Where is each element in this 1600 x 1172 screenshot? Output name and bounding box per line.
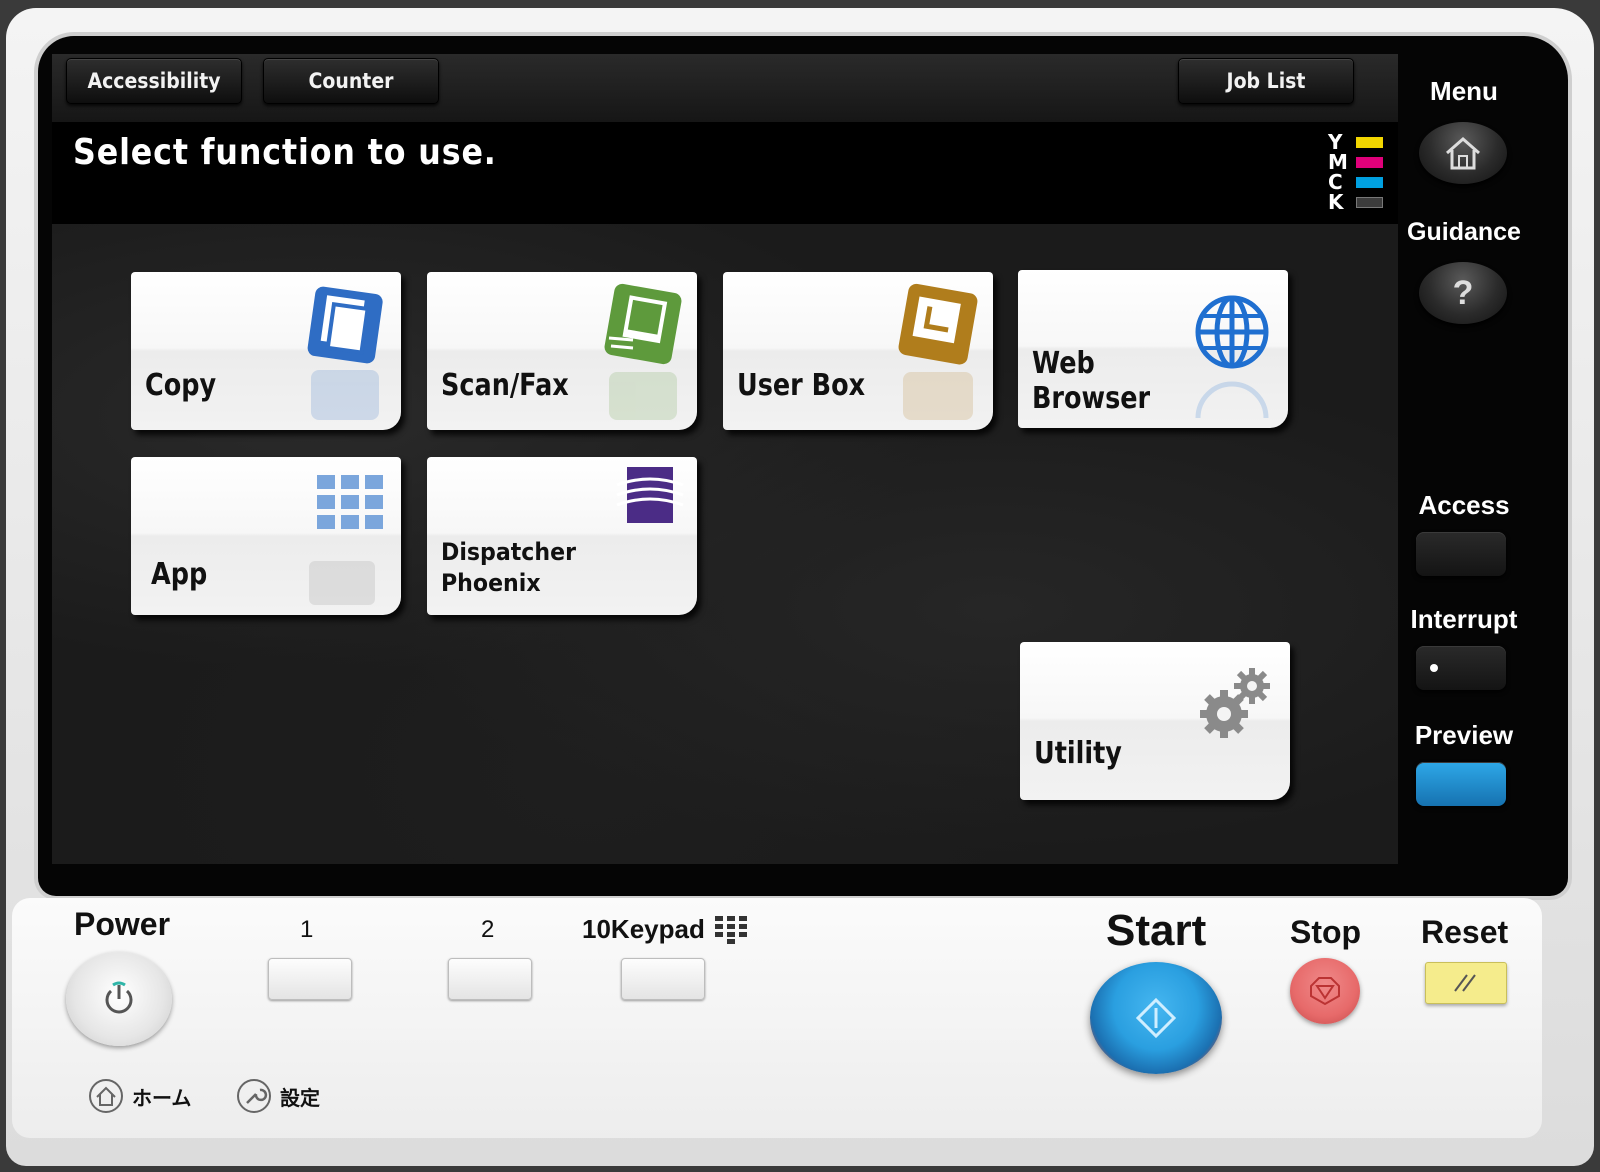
user-box-icon-reflection <box>903 372 973 420</box>
toner-letter: C <box>1328 170 1343 194</box>
app-icon-reflection <box>309 561 375 605</box>
user-box-label: User Box <box>737 368 866 403</box>
job-list-button[interactable]: Job List <box>1178 58 1354 104</box>
toner-black: K <box>1328 192 1386 212</box>
preview-label: Preview <box>1414 720 1514 750</box>
home-icon <box>1446 137 1480 170</box>
copy-tile[interactable]: Copy <box>131 272 401 430</box>
stop-button[interactable] <box>1290 958 1360 1024</box>
utility-label: Utility <box>1034 736 1122 771</box>
gear-icon <box>1200 668 1270 738</box>
reset-icon <box>1454 974 1476 992</box>
power-button[interactable] <box>66 952 172 1046</box>
wrench-icon <box>237 1079 271 1113</box>
toner-bar <box>1356 177 1383 188</box>
scan-fax-label: Scan/Fax <box>441 368 569 403</box>
scan-fax-icon <box>604 283 682 365</box>
dispatcher-phoenix-label: Dispatcher Phoenix <box>441 538 576 597</box>
home-key-label: ホーム <box>132 1087 192 1110</box>
top-bar: Accessibility Counter Job List <box>52 54 1398 122</box>
stop-label: Stop <box>1290 914 1362 950</box>
keypad-button[interactable] <box>621 958 705 1000</box>
power-label: Power <box>74 906 171 942</box>
start-diamond-icon <box>1136 998 1176 1038</box>
utility-tile[interactable]: Utility <box>1020 642 1290 800</box>
keypad-label: 10Keypad <box>582 914 705 944</box>
keypad-icon <box>715 916 747 944</box>
guidance-button[interactable]: ? <box>1419 262 1507 324</box>
globe-icon-reflection <box>1195 381 1269 418</box>
accessibility-button[interactable]: Accessibility <box>66 58 242 104</box>
register-key-2[interactable] <box>448 958 532 1000</box>
toner-bar <box>1356 197 1383 208</box>
register-key-1[interactable] <box>268 958 352 1000</box>
app-grid-icon <box>317 475 383 529</box>
web-browser-tile[interactable]: Web Browser <box>1018 270 1288 428</box>
app-tile[interactable]: App <box>131 457 401 615</box>
toner-letter: Y <box>1328 130 1343 154</box>
copy-icon <box>307 286 383 364</box>
start-label: Start <box>1106 906 1207 955</box>
preview-button[interactable] <box>1416 762 1506 806</box>
toner-bar <box>1356 157 1383 168</box>
settings-key-label: 設定 <box>280 1087 320 1110</box>
menu-button[interactable] <box>1419 122 1507 184</box>
stop-icon <box>1310 977 1340 1006</box>
start-button[interactable] <box>1090 962 1222 1074</box>
guidance-label: Guidance <box>1407 218 1521 246</box>
function-grid: Copy Scan/Fax User Box Web Browser App D… <box>52 224 1398 864</box>
menu-label: Menu <box>1430 76 1498 106</box>
toner-bar <box>1356 137 1383 148</box>
message-bar: Select function to use. Y M C K <box>52 122 1398 224</box>
touch-screen: Accessibility Counter Job List Select fu… <box>52 54 1398 864</box>
access-label: Access <box>1418 490 1510 520</box>
toner-letter: K <box>1328 190 1344 214</box>
reset-button[interactable] <box>1425 962 1507 1004</box>
home-key[interactable]: ホーム <box>88 1078 191 1114</box>
toner-letter: M <box>1328 150 1348 174</box>
interrupt-label: Interrupt <box>1410 604 1518 634</box>
instruction-message: Select function to use. <box>73 132 497 173</box>
key-2-label: 2 <box>481 916 495 943</box>
side-panel: Menu Guidance ? Access Interrupt Preview <box>1389 28 1539 868</box>
toner-cyan: C <box>1328 172 1386 192</box>
scan-fax-tile[interactable]: Scan/Fax <box>427 272 697 430</box>
reset-label: Reset <box>1421 914 1509 950</box>
counter-button[interactable]: Counter <box>263 58 439 104</box>
scan-fax-icon-reflection <box>609 372 677 420</box>
interrupt-button[interactable] <box>1416 646 1506 690</box>
access-button[interactable] <box>1416 532 1506 576</box>
power-icon <box>105 981 133 1014</box>
copy-label: Copy <box>145 368 217 403</box>
toner-levels: Y M C K <box>1328 132 1386 214</box>
toner-yellow: Y <box>1328 132 1386 152</box>
key-1-label: 1 <box>300 916 314 943</box>
settings-key[interactable]: 設定 <box>236 1078 320 1114</box>
question-icon: ? <box>1452 273 1474 312</box>
interrupt-indicator <box>1430 664 1438 672</box>
globe-icon <box>1195 295 1269 369</box>
dispatcher-phoenix-tile[interactable]: Dispatcher Phoenix <box>427 457 697 615</box>
user-box-tile[interactable]: User Box <box>723 272 993 430</box>
user-box-icon <box>898 283 978 365</box>
home-icon <box>89 1079 123 1113</box>
app-label: App <box>151 557 208 592</box>
toner-magenta: M <box>1328 152 1386 172</box>
dispatcher-phoenix-icon <box>616 467 684 523</box>
copy-icon-reflection <box>311 370 379 420</box>
web-browser-label: Web Browser <box>1032 346 1151 416</box>
